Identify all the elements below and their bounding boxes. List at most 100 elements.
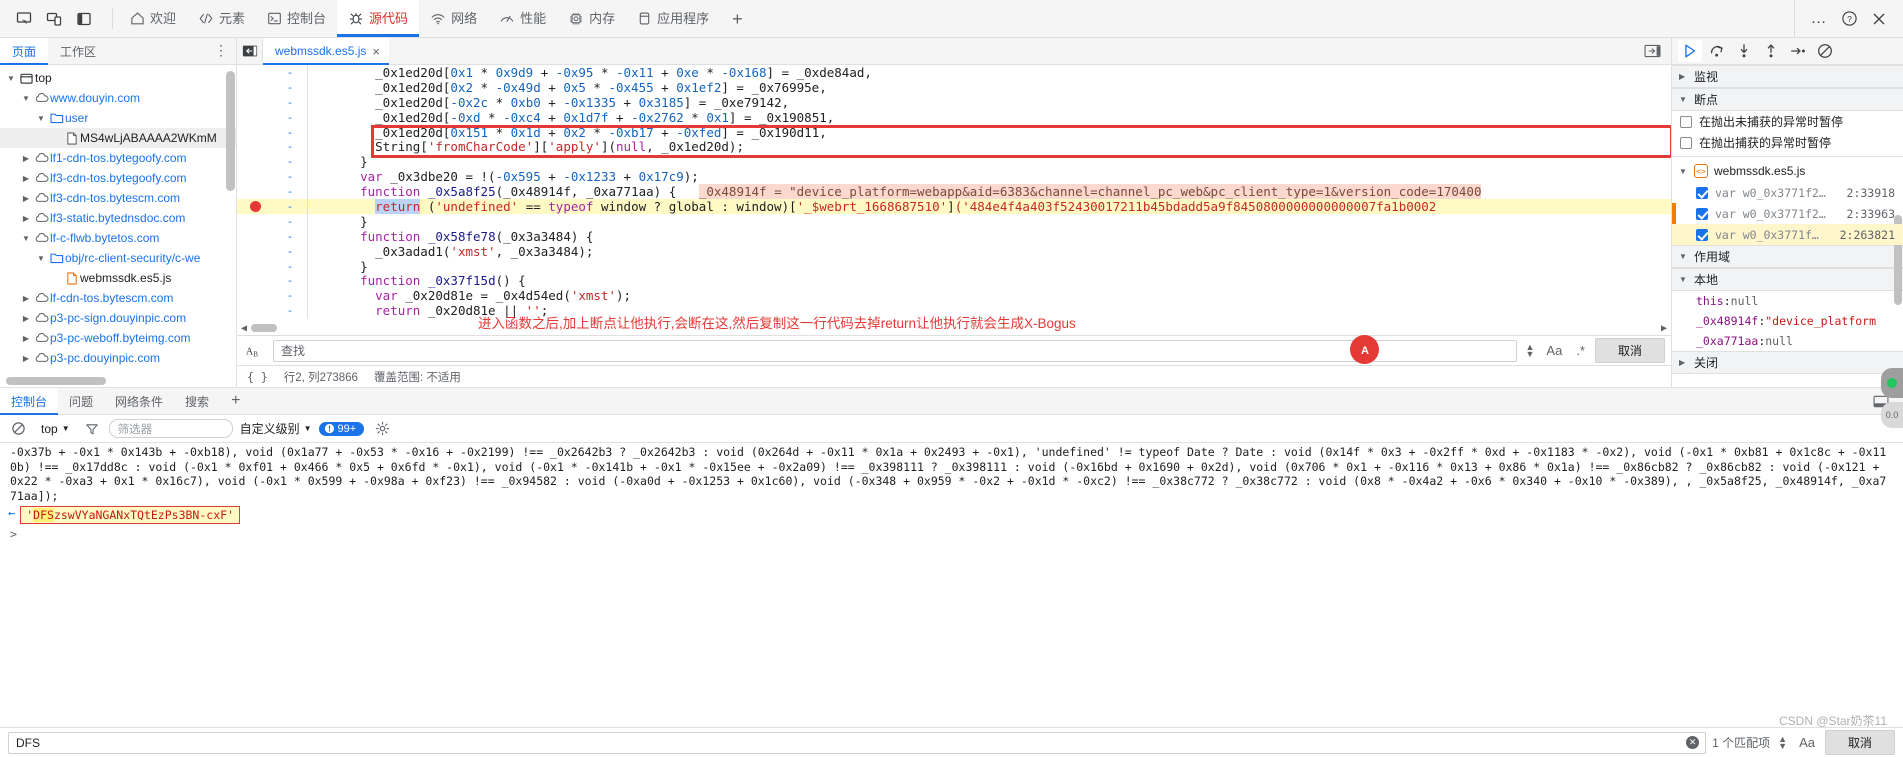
- tree-node[interactable]: ▶ lf1-cdn-tos.bytegoofy.com: [0, 148, 236, 168]
- twisty-down-icon[interactable]: ▼: [34, 114, 48, 123]
- find-next-icon[interactable]: ▼: [1525, 349, 1534, 358]
- navigator-horizontal-scrollbar[interactable]: [6, 377, 106, 385]
- breakpoint-checkbox[interactable]: [1696, 228, 1708, 241]
- editor-tab-close-icon[interactable]: ×: [372, 44, 380, 59]
- search-nav-buttons[interactable]: ▲ ▼: [1776, 734, 1789, 750]
- tab-memory[interactable]: 内存: [557, 0, 626, 37]
- console-result-value[interactable]: 'DFSzswVYaNGANxTQtEzPs3BN-cxF': [20, 506, 240, 524]
- section-breakpoints[interactable]: ▼ 断点: [1672, 88, 1903, 111]
- tree-node[interactable]: ▼ obj/rc-client-security/c-we: [0, 248, 236, 268]
- tree-node[interactable]: ▼ user: [0, 108, 236, 128]
- breakpoint-checkbox[interactable]: [1696, 207, 1708, 220]
- console-settings-button[interactable]: [371, 418, 393, 440]
- more-options-button[interactable]: …: [1805, 5, 1833, 33]
- help-button[interactable]: ?: [1835, 5, 1863, 33]
- drawer-tab-console[interactable]: 控制台: [0, 388, 59, 415]
- code-line[interactable]: - _0x1ed20d[0x151 * 0x1d + 0x2 * -0xb17 …: [237, 125, 1671, 140]
- find-match-case-button[interactable]: Aa: [1542, 343, 1566, 358]
- code-line[interactable]: - _0x3adad1('xmst', _0x3a3484);: [237, 244, 1671, 259]
- popout-editor-button[interactable]: [1634, 38, 1671, 64]
- breakpoint-file-row[interactable]: ▼ <> webmssdk.es5.js: [1672, 160, 1903, 182]
- code-line[interactable]: - String['fromCharCode']['apply'](null, …: [237, 139, 1671, 154]
- tab-application[interactable]: 应用程序: [626, 0, 720, 37]
- tree-node[interactable]: ▼ www.douyin.com: [0, 88, 236, 108]
- console-level-selector[interactable]: 自定义级别 ▼: [240, 420, 312, 437]
- twisty-right-icon[interactable]: ▶: [19, 194, 33, 203]
- console-filter-icon[interactable]: [82, 419, 102, 439]
- breakpoint-gutter[interactable]: [237, 200, 273, 212]
- console-issues-badge[interactable]: 99+: [318, 421, 365, 436]
- tree-node[interactable]: ▶ lf-cdn-tos.bytescm.com: [0, 288, 236, 308]
- tree-node[interactable]: MS4wLjABAAAA2WKmM: [0, 128, 236, 148]
- breakpoint-row[interactable]: var w0_0x3771f… 2:263821: [1672, 224, 1903, 245]
- clear-search-icon[interactable]: ✕: [1686, 736, 1700, 749]
- editor-tab-webmssdk[interactable]: webmssdk.es5.js ×: [263, 38, 389, 65]
- scroll-left-arrow-icon[interactable]: ◀: [237, 323, 251, 334]
- code-line[interactable]: - }: [237, 259, 1671, 274]
- scope-variable-row[interactable]: this: null: [1672, 291, 1903, 311]
- inspect-icon[interactable]: [10, 5, 38, 33]
- editor-hscroll-thumb[interactable]: [251, 324, 277, 332]
- breakpoint-row[interactable]: var w0_0x3771f2… 2:33918: [1672, 182, 1903, 203]
- twisty-right-icon[interactable]: ▶: [19, 154, 33, 163]
- twisty-down-icon[interactable]: ▼: [34, 254, 48, 263]
- step-out-icon[interactable]: [1759, 40, 1783, 62]
- pause-option-row[interactable]: 在抛出捕获的异常时暂停: [1672, 132, 1903, 153]
- search-match-case-button[interactable]: Aa: [1795, 735, 1819, 750]
- twisty-right-icon[interactable]: ▶: [19, 214, 33, 223]
- code-line[interactable]: - var _0x20d81e = _0x4d54ed('xmst');: [237, 288, 1671, 303]
- code-line[interactable]: - return ('undefined' == typeof window ?…: [237, 198, 1671, 214]
- find-nav-buttons[interactable]: ▲ ▼: [1523, 342, 1536, 358]
- code-line[interactable]: - }: [237, 214, 1671, 229]
- twisty-down-icon[interactable]: ▼: [1679, 167, 1688, 176]
- step-into-icon[interactable]: [1732, 40, 1756, 62]
- pause-option-row[interactable]: 在抛出未捕获的异常时暂停: [1672, 111, 1903, 132]
- step-icon[interactable]: [1786, 40, 1810, 62]
- checkbox[interactable]: [1680, 115, 1692, 128]
- search-cancel-button[interactable]: 取消: [1824, 730, 1895, 755]
- section-closure[interactable]: ▶ 关闭: [1672, 351, 1903, 374]
- deactivate-breakpoints-icon[interactable]: [1813, 40, 1837, 62]
- console-search-input[interactable]: DFS ✕: [8, 731, 1707, 754]
- twisty-right-icon[interactable]: ▶: [19, 174, 33, 183]
- close-devtools-button[interactable]: [1865, 5, 1893, 33]
- recorder-fab-icon[interactable]: A: [1350, 335, 1379, 364]
- drawer-tab-issues[interactable]: 问题: [58, 388, 104, 414]
- navigator-more-button[interactable]: ⋮: [206, 38, 236, 64]
- code-line[interactable]: - }: [237, 154, 1671, 169]
- twisty-right-icon[interactable]: ▶: [19, 334, 33, 343]
- tab-elements[interactable]: 元素: [187, 0, 256, 37]
- navtab-page[interactable]: 页面: [0, 38, 49, 65]
- find-regex-button[interactable]: .*: [1572, 343, 1589, 358]
- twisty-down-icon[interactable]: ▼: [19, 234, 33, 243]
- drawer-tab-network-conditions[interactable]: 网络条件: [104, 388, 174, 414]
- tree-node[interactable]: ▼ lf-c-flwb.bytetos.com: [0, 228, 236, 248]
- twisty-right-icon[interactable]: ▶: [19, 354, 33, 363]
- dock-side-icon[interactable]: [70, 5, 98, 33]
- section-watch[interactable]: ▶ 监视: [1672, 65, 1903, 88]
- navtab-workspace[interactable]: 工作区: [48, 38, 108, 64]
- console-output-area[interactable]: -0x37b + -0x1 * 0x143b + -0xb18), void (…: [0, 443, 1903, 727]
- twisty-right-icon[interactable]: ▶: [19, 314, 33, 323]
- section-local[interactable]: ▼ 本地: [1672, 268, 1903, 291]
- twisty-down-icon[interactable]: ▼: [19, 94, 33, 103]
- twisty-right-icon[interactable]: ▶: [19, 294, 33, 303]
- code-line[interactable]: - function _0x37f15d() {: [237, 273, 1671, 288]
- code-line[interactable]: - _0x1ed20d[-0xd * -0xc4 + 0x1d7f + -0x2…: [237, 110, 1671, 125]
- drawer-add-tab-button[interactable]: +: [220, 388, 251, 414]
- tree-node[interactable]: ▶ lf3-cdn-tos.bytescm.com: [0, 188, 236, 208]
- find-input[interactable]: 查找: [273, 339, 1518, 362]
- search-next-icon[interactable]: ▼: [1778, 741, 1787, 750]
- breakpoint-dot-icon[interactable]: [249, 200, 261, 212]
- tree-node[interactable]: ▼ top: [0, 68, 236, 88]
- file-tree[interactable]: ▼ top ▼ www.douyin.com ▼ user MS4wLjABAAAA2WKm…: [0, 65, 236, 387]
- code-line[interactable]: - var _0x3dbe20 = !(-0x595 + -0x1233 + 0…: [237, 169, 1671, 184]
- code-editor[interactable]: - _0x1ed20d[0x1 * 0x9d9 + -0x95 * -0x11 …: [237, 65, 1671, 335]
- side-handle-button[interactable]: [1881, 368, 1903, 398]
- tab-console[interactable]: 控制台: [256, 0, 337, 37]
- checkbox[interactable]: [1680, 136, 1692, 149]
- tree-node[interactable]: ▶ p3-pc-sign.douyinpic.com: [0, 308, 236, 328]
- tree-node[interactable]: ▶ lf3-static.bytednsdoc.com: [0, 208, 236, 228]
- code-line[interactable]: - _0x1ed20d[-0x2c * 0xb0 + -0x1335 + 0x3…: [237, 95, 1671, 110]
- code-line[interactable]: - function _0x5a8f25(_0x48914f, _0xa771a…: [237, 184, 1671, 200]
